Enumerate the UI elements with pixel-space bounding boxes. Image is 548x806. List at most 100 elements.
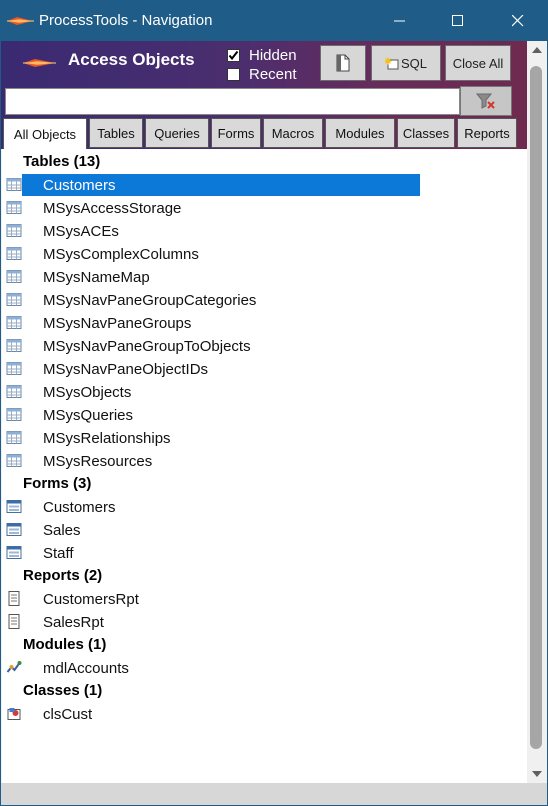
navigation-window: ProcessTools - Navigation Access Objects… bbox=[0, 0, 548, 806]
title-bar[interactable]: ProcessTools - Navigation bbox=[1, 1, 547, 41]
recent-label: Recent bbox=[249, 65, 297, 83]
list-item[interactable]: MSysRelationships bbox=[2, 427, 422, 450]
header-title: Access Objects bbox=[68, 50, 195, 69]
scroll-up-button[interactable] bbox=[527, 41, 547, 59]
report-icon bbox=[8, 614, 20, 629]
scroll-down-button[interactable] bbox=[527, 765, 547, 783]
list-item-label: Staff bbox=[43, 545, 74, 562]
form-icon bbox=[6, 546, 22, 559]
list-item[interactable]: CustomersRpt bbox=[2, 588, 422, 611]
table-icon bbox=[6, 247, 22, 260]
list-item[interactable]: clsCust bbox=[2, 703, 422, 726]
tab-strip: All Objects Tables Queries Forms Macros … bbox=[1, 118, 527, 149]
list-item-label: MSysAccessStorage bbox=[43, 200, 182, 217]
list-item[interactable]: SalesRpt bbox=[2, 611, 422, 634]
list-item-label: MSysNameMap bbox=[43, 269, 150, 286]
checkmark-icon bbox=[228, 50, 239, 60]
list-item[interactable]: MSysComplexColumns bbox=[2, 243, 422, 266]
list-item-label: MSysNavPaneGroups bbox=[43, 315, 192, 332]
list-item-label: MSysNavPaneGroupCategories bbox=[43, 292, 257, 309]
list-item-label: Sales bbox=[43, 522, 81, 539]
table-icon bbox=[6, 316, 22, 329]
list-item[interactable]: MSysACEs bbox=[2, 220, 422, 243]
group-header: Tables (13) bbox=[23, 153, 101, 170]
table-icon bbox=[6, 224, 22, 237]
clear-filter-button[interactable] bbox=[460, 86, 512, 116]
tab-modules[interactable]: Modules bbox=[325, 118, 395, 148]
list-item[interactable]: MSysNavPaneGroups bbox=[2, 312, 422, 335]
status-strip bbox=[1, 783, 547, 805]
list-item[interactable]: MSysAccessStorage bbox=[2, 197, 422, 220]
list-item-label: MSysRelationships bbox=[43, 430, 171, 447]
new-object-button[interactable] bbox=[320, 45, 366, 81]
close-window-button[interactable] bbox=[495, 1, 541, 41]
processtools-logo-icon bbox=[23, 59, 56, 67]
list-item[interactable]: Customers bbox=[2, 496, 422, 519]
tab-macros[interactable]: Macros bbox=[263, 118, 323, 148]
search-input[interactable] bbox=[5, 88, 460, 115]
tab-queries[interactable]: Queries bbox=[145, 118, 209, 148]
table-icon bbox=[6, 408, 22, 421]
hidden-checkbox[interactable] bbox=[227, 48, 240, 62]
list-item-label: MSysQueries bbox=[43, 407, 134, 424]
clear-filter-icon bbox=[476, 93, 495, 109]
close-all-label: Close All bbox=[452, 55, 504, 71]
list-item-label: Customers bbox=[43, 499, 116, 516]
scroll-down-arrow-icon bbox=[532, 771, 542, 777]
list-item-label: MSysComplexColumns bbox=[43, 246, 199, 263]
object-list[interactable]: Tables (13) Customers MSysAccessStorage MSy… bbox=[2, 149, 527, 783]
list-item[interactable]: MSysQueries bbox=[2, 404, 422, 427]
hidden-label: Hidden bbox=[249, 46, 297, 64]
group-header: Modules (1) bbox=[23, 636, 107, 653]
sql-new-icon bbox=[384, 57, 399, 70]
class-module-icon bbox=[7, 708, 21, 720]
list-item[interactable]: Customers bbox=[2, 174, 422, 197]
recent-checkbox-row[interactable]: Recent bbox=[227, 65, 297, 83]
list-item[interactable]: Staff bbox=[2, 542, 422, 565]
vertical-scrollbar[interactable] bbox=[527, 41, 547, 783]
list-item[interactable]: MSysResources bbox=[2, 450, 422, 473]
list-item-label: CustomersRpt bbox=[43, 591, 139, 608]
header-panel: Access Objects Hidden Recent SQL Close A… bbox=[1, 41, 527, 149]
list-item[interactable]: mdlAccounts bbox=[2, 657, 422, 680]
processtools-logo-icon bbox=[7, 17, 34, 25]
table-icon bbox=[6, 362, 22, 375]
close-all-button[interactable]: Close All bbox=[445, 45, 511, 81]
tab-reports[interactable]: Reports bbox=[457, 118, 517, 148]
list-item-label: Customers bbox=[43, 177, 116, 194]
list-item-label: MSysResources bbox=[43, 453, 153, 470]
tab-classes[interactable]: Classes bbox=[397, 118, 455, 148]
form-icon bbox=[6, 523, 22, 536]
report-icon bbox=[8, 591, 20, 606]
maximize-button[interactable] bbox=[435, 1, 481, 41]
list-item[interactable]: MSysNameMap bbox=[2, 266, 422, 289]
sql-label: SQL bbox=[400, 55, 427, 71]
module-icon bbox=[6, 661, 22, 673]
tab-tables[interactable]: Tables bbox=[89, 118, 143, 148]
recent-checkbox[interactable] bbox=[227, 67, 240, 81]
table-icon bbox=[6, 178, 22, 191]
new-document-icon bbox=[336, 54, 350, 72]
tab-all-objects[interactable]: All Objects bbox=[3, 118, 87, 149]
list-item-label: MSysNavPaneGroupToObjects bbox=[43, 338, 251, 355]
list-item[interactable]: MSysNavPaneGroupCategories bbox=[2, 289, 422, 312]
list-item[interactable]: Sales bbox=[2, 519, 422, 542]
table-icon bbox=[6, 431, 22, 444]
form-icon bbox=[6, 500, 22, 513]
list-item-label: MSysACEs bbox=[43, 223, 119, 240]
minimize-icon bbox=[394, 20, 405, 22]
list-item[interactable]: MSysNavPaneGroupToObjects bbox=[2, 335, 422, 358]
table-icon bbox=[6, 270, 22, 283]
sql-button[interactable]: SQL bbox=[371, 45, 441, 81]
scrollbar-thumb[interactable] bbox=[530, 66, 542, 749]
list-item-label: SalesRpt bbox=[43, 614, 104, 631]
list-item[interactable]: MSysObjects bbox=[2, 381, 422, 404]
table-icon bbox=[6, 385, 22, 398]
list-item-label: mdlAccounts bbox=[43, 660, 129, 677]
hidden-checkbox-row[interactable]: Hidden bbox=[227, 46, 297, 64]
minimize-button[interactable] bbox=[377, 1, 423, 41]
table-icon bbox=[6, 293, 22, 306]
list-item[interactable]: MSysNavPaneObjectIDs bbox=[2, 358, 422, 381]
window-title: ProcessTools - Navigation bbox=[39, 12, 213, 29]
tab-forms[interactable]: Forms bbox=[211, 118, 261, 148]
